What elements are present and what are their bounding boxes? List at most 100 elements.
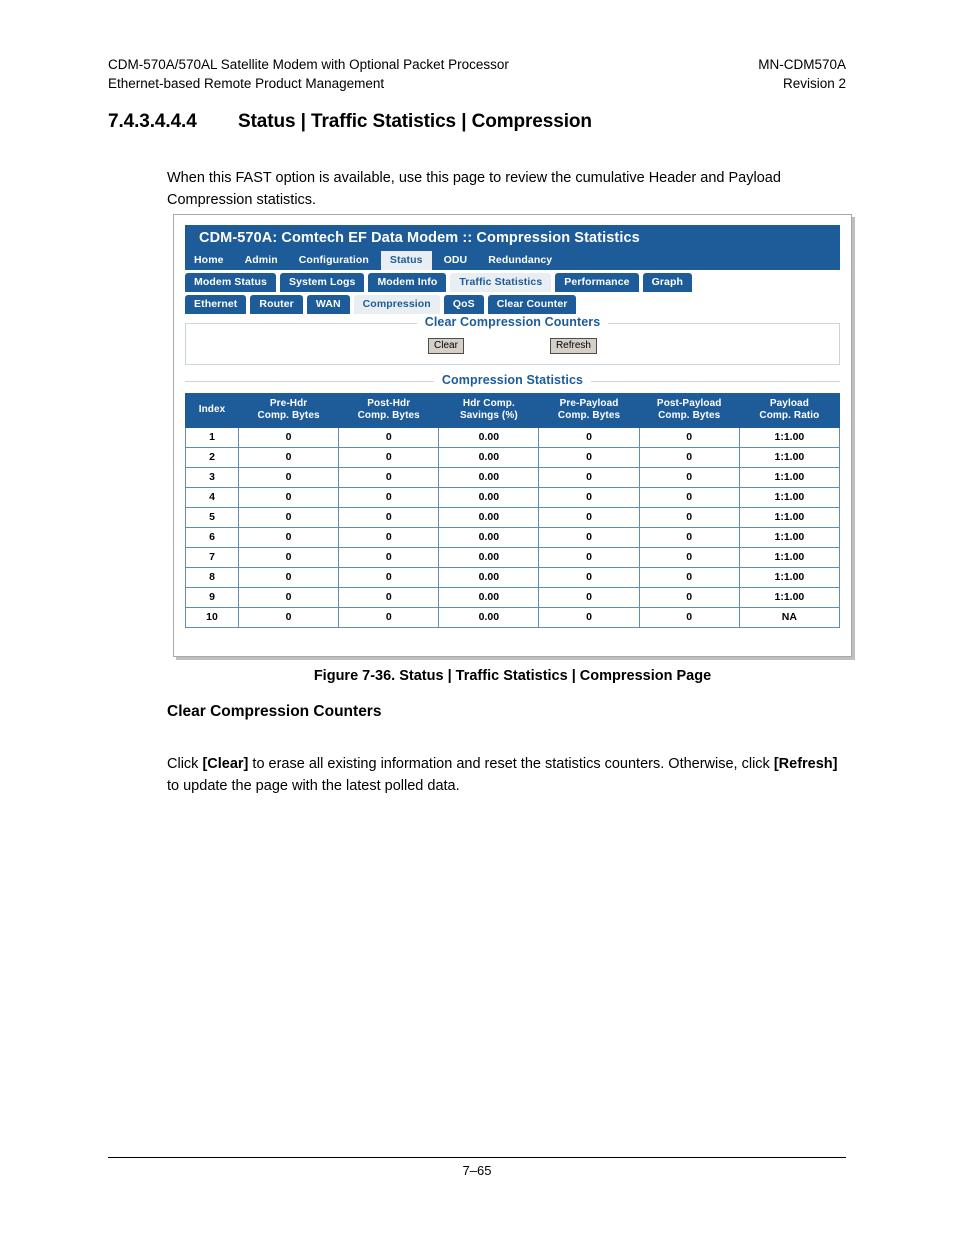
- body-text-part1: Click: [167, 755, 203, 772]
- clear-panel-legend: Clear Compression Counters: [186, 315, 839, 329]
- stats-cell-5: 0: [638, 507, 740, 528]
- stats-cell-0: 8: [185, 567, 239, 588]
- table-row: 4 0 0 0.00 0 0 1:1.00: [185, 487, 841, 508]
- nav-tab-wan[interactable]: WAN: [306, 295, 350, 314]
- stats-cell-1: 0: [237, 507, 340, 528]
- nav-tab-redundancy[interactable]: Redundancy: [479, 251, 562, 270]
- nav-tab-router[interactable]: Router: [250, 295, 303, 314]
- nav-tab-modem-info[interactable]: Modem Info: [368, 273, 447, 292]
- stats-column-header-6: Payload Comp. Ratio: [738, 393, 841, 428]
- subsection-heading: Clear Compression Counters: [167, 703, 382, 720]
- header-subject-line: Ethernet-based Remote Product Management: [108, 76, 385, 91]
- figure-caption: Figure 7-36. Status | Traffic Statistics…: [313, 668, 712, 684]
- stats-cell-5: 0: [638, 467, 740, 488]
- stats-cell-6: 1:1.00: [738, 507, 841, 528]
- stats-cell-6: 1:1.00: [738, 587, 841, 608]
- stats-cell-5: 0: [638, 447, 740, 468]
- stats-column-header-1: Pre-Hdr Comp. Bytes: [237, 393, 340, 428]
- stats-cell-1: 0: [237, 607, 340, 628]
- stats-cell-3: 0.00: [438, 547, 540, 568]
- stats-cell-3: 0.00: [438, 487, 540, 508]
- stats-cell-1: 0: [237, 567, 340, 588]
- nav-tab-ethernet[interactable]: Ethernet: [185, 295, 247, 314]
- stats-cell-3: 0.00: [438, 447, 540, 468]
- footer-divider: [108, 1157, 846, 1158]
- stats-column-header-0: Index: [185, 393, 239, 428]
- header-revision: Revision 2: [782, 76, 846, 91]
- nav-tab-compression[interactable]: Compression: [353, 295, 440, 314]
- stats-cell-4: 0: [538, 607, 640, 628]
- stats-cell-6: 1:1.00: [738, 487, 841, 508]
- body-text-part3: to update the page with the latest polle…: [167, 777, 460, 794]
- table-row: 9 0 0 0.00 0 0 1:1.00: [185, 587, 841, 608]
- nav-tab-clear-counter[interactable]: Clear Counter: [487, 295, 577, 314]
- table-row: 8 0 0 0.00 0 0 1:1.00: [185, 567, 841, 588]
- stats-cell-4: 0: [538, 547, 640, 568]
- section-title: Status | Traffic Statistics | Compressio…: [238, 111, 592, 132]
- stats-cell-6: 1:1.00: [738, 447, 841, 468]
- stats-cell-2: 0: [338, 527, 440, 548]
- stats-cell-2: 0: [338, 447, 440, 468]
- stats-cell-5: 0: [638, 607, 740, 628]
- nav-tab-performance[interactable]: Performance: [555, 273, 639, 292]
- stats-panel-legend-text: Compression Statistics: [433, 373, 592, 387]
- stats-cell-0: 6: [185, 527, 239, 548]
- nav-tab-admin[interactable]: Admin: [235, 251, 287, 270]
- stats-cell-2: 0: [338, 547, 440, 568]
- nav-tab-graph[interactable]: Graph: [642, 273, 692, 292]
- body-paragraph: Click [Clear] to erase all existing info…: [167, 753, 847, 797]
- stats-cell-6: 1:1.00: [738, 567, 841, 588]
- clear-button[interactable]: Clear: [428, 338, 464, 354]
- nav-tab-status[interactable]: Status: [380, 251, 432, 270]
- section-number: 7.4.3.4.4.4: [108, 111, 197, 132]
- nav-row-filler: [564, 251, 840, 270]
- document-header-left: CDM-570A/570AL Satellite Modem with Opti…: [108, 55, 509, 93]
- stats-cell-2: 0: [338, 427, 440, 448]
- stats-cell-1: 0: [237, 587, 340, 608]
- document-header: CDM-570A/570AL Satellite Modem with Opti…: [108, 55, 846, 93]
- stats-cell-3: 0.00: [438, 427, 540, 448]
- stats-cell-1: 0: [237, 547, 340, 568]
- stats-cell-5: 0: [638, 547, 740, 568]
- clear-button-reference: [Clear]: [202, 755, 249, 772]
- stats-column-header-2: Post-Hdr Comp. Bytes: [338, 393, 440, 428]
- stats-cell-3: 0.00: [438, 507, 540, 528]
- stats-cell-3: 0.00: [438, 607, 540, 628]
- nav-tab-traffic-statistics[interactable]: Traffic Statistics: [450, 273, 552, 292]
- stats-cell-2: 0: [338, 587, 440, 608]
- nav-tab-home[interactable]: Home: [185, 251, 233, 270]
- refresh-button[interactable]: Refresh: [549, 338, 597, 354]
- clear-panel-legend-text: Clear Compression Counters: [416, 315, 609, 329]
- stats-table-body: 1 0 0 0.00 0 0 1:1.00 2 0 0 0.00 0 0 1:1.00 3 0 0 0.00 0 0 1…: [185, 427, 841, 628]
- page-number: 7–65: [462, 1163, 492, 1178]
- table-row: 1 0 0 0.00 0 0 1:1.00: [185, 427, 841, 448]
- table-row: 3 0 0 0.00 0 0 1:1.00: [185, 467, 841, 488]
- screenshot-content: CDM-570A: Comtech EF Data Modem :: Compr…: [185, 225, 841, 644]
- nav-tab-qos[interactable]: QoS: [443, 295, 484, 314]
- stats-cell-4: 0: [538, 487, 640, 508]
- stats-cell-3: 0.00: [438, 467, 540, 488]
- body-text-part2: to erase all existing information and re…: [248, 755, 774, 772]
- stats-cell-1: 0: [237, 527, 340, 548]
- table-row: 6 0 0 0.00 0 0 1:1.00: [185, 527, 841, 548]
- stats-table-head: Index Pre-Hdr Comp. Bytes Post-Hdr Comp. Byt…: [185, 393, 841, 428]
- stats-column-header-3: Hdr Comp. Savings (%): [438, 393, 540, 428]
- nav-tab-odu[interactable]: ODU: [434, 251, 477, 270]
- nav-tab-system-logs[interactable]: System Logs: [279, 273, 365, 292]
- stats-cell-6: 1:1.00: [738, 547, 841, 568]
- stats-cell-0: 2: [185, 447, 239, 468]
- table-row: 2 0 0 0.00 0 0 1:1.00: [185, 447, 841, 468]
- stats-cell-6: 1:1.00: [738, 427, 841, 448]
- nav-tab-configuration[interactable]: Configuration: [289, 251, 378, 270]
- table-row: 10 0 0 0.00 0 0 NA: [185, 607, 841, 628]
- stats-column-header-4: Pre-Payload Comp. Bytes: [538, 393, 640, 428]
- header-manual-number: MN-CDM570A: [758, 57, 846, 72]
- stats-cell-5: 0: [638, 527, 740, 548]
- stats-cell-2: 0: [338, 487, 440, 508]
- stats-cell-4: 0: [538, 527, 640, 548]
- stats-cell-1: 0: [237, 467, 340, 488]
- section-heading: 7.4.3.4.4.4 Status | Traffic Statistics |…: [108, 111, 868, 133]
- refresh-button-reference: [Refresh]: [773, 755, 838, 772]
- nav-tab-modem-status[interactable]: Modem Status: [185, 273, 276, 292]
- stats-cell-1: 0: [237, 487, 340, 508]
